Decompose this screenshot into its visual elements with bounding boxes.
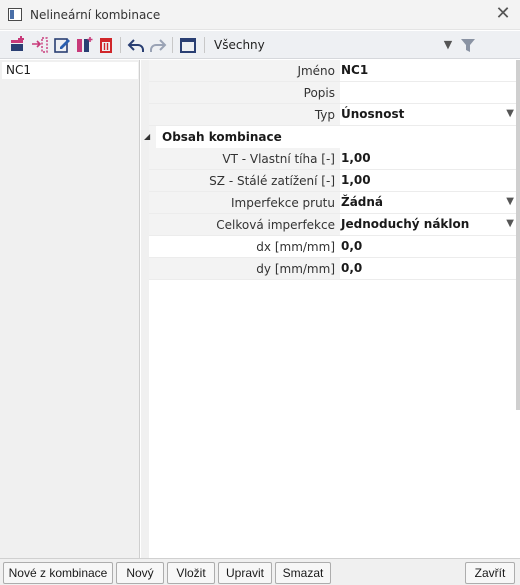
title-bar: Nelineární kombinace ✕ bbox=[0, 0, 520, 30]
edit-icon bbox=[54, 38, 70, 53]
chevron-down-icon[interactable]: ▼ bbox=[506, 214, 514, 234]
property-row-dy: dy [mm/mm] 0,0 bbox=[149, 258, 518, 280]
description-label: Popis bbox=[303, 86, 335, 100]
redo-icon bbox=[150, 39, 167, 52]
footer-bar: Nové z kombinace Nový Vložit Upravit Sma… bbox=[0, 558, 520, 585]
new-item-icon bbox=[11, 36, 24, 51]
member-imperfection-select[interactable]: Žádná ▼ bbox=[340, 192, 518, 213]
new-from-combination-button[interactable]: Nové z kombinace bbox=[3, 562, 113, 584]
redo-button[interactable] bbox=[148, 35, 168, 55]
filter-select-value[interactable]: Všechny bbox=[214, 38, 265, 52]
undo-button[interactable] bbox=[126, 35, 146, 55]
property-row-type: Typ Únosnost ▼ bbox=[149, 104, 518, 126]
sz-coefficient-field[interactable]: 1,00 bbox=[340, 170, 518, 191]
dy-field[interactable]: 0,0 bbox=[340, 258, 518, 279]
list-item[interactable]: NC1 bbox=[2, 62, 138, 79]
delete-button[interactable]: Smazat bbox=[275, 562, 331, 584]
window-icon bbox=[8, 8, 22, 21]
property-row-member-imperfection: Imperfekce prutu Žádná ▼ bbox=[149, 192, 518, 214]
section-header-content: ◢ Obsah kombinace bbox=[144, 126, 518, 148]
type-select[interactable]: Únosnost ▼ bbox=[340, 104, 518, 125]
dx-field[interactable]: 0,0 bbox=[340, 236, 518, 257]
insert-item-button[interactable] bbox=[30, 35, 50, 55]
vt-coefficient-field[interactable]: 1,00 bbox=[340, 148, 518, 169]
filter-icon bbox=[461, 39, 475, 52]
table-view-button[interactable] bbox=[178, 35, 198, 55]
chevron-down-icon[interactable]: ▼ bbox=[506, 104, 514, 124]
new-button[interactable]: Nový bbox=[116, 562, 164, 584]
undo-icon bbox=[127, 39, 144, 52]
property-row-vt: VT - Vlastní tíha [-] 1,00 bbox=[149, 148, 518, 170]
close-button[interactable]: Zavřít bbox=[465, 562, 515, 584]
vt-label: VT - Vlastní tíha [-] bbox=[222, 152, 335, 166]
trash-icon bbox=[100, 38, 112, 53]
insert-button[interactable]: Vložit bbox=[167, 562, 215, 584]
property-row-sz: SZ - Stálé zatížení [-] 1,00 bbox=[149, 170, 518, 192]
chevron-down-icon[interactable]: ▼ bbox=[506, 192, 514, 212]
property-row-name: Jméno NC1 bbox=[149, 60, 518, 82]
global-imperfection-select[interactable]: Jednoduchý náklon ▼ bbox=[340, 214, 518, 235]
property-row-global-imperfection: Celková imperfekce Jednoduchý náklon ▼ bbox=[149, 214, 518, 236]
window-title: Nelineární kombinace bbox=[30, 8, 161, 22]
new-item-button[interactable] bbox=[8, 35, 28, 55]
toolbar: Všechny ▼ bbox=[0, 31, 520, 59]
collapse-triangle-icon[interactable]: ◢ bbox=[144, 132, 150, 141]
name-field[interactable]: NC1 bbox=[340, 60, 518, 81]
toolbar-divider bbox=[172, 37, 173, 53]
name-label: Jméno bbox=[297, 64, 335, 78]
chevron-down-icon[interactable]: ▼ bbox=[440, 35, 456, 55]
sz-label: SZ - Stálé zatížení [-] bbox=[209, 174, 335, 188]
section-title: Obsah kombinace bbox=[156, 126, 518, 148]
global-imperfection-value: Jednoduchý náklon bbox=[341, 217, 470, 231]
type-label: Typ bbox=[314, 108, 335, 122]
table-icon bbox=[180, 38, 196, 53]
property-row-dx: dx [mm/mm] 0,0 bbox=[149, 236, 518, 258]
edit-button[interactable]: Upravit bbox=[218, 562, 272, 584]
member-imperfection-label: Imperfekce prutu bbox=[231, 196, 335, 210]
copy-icon bbox=[77, 37, 93, 52]
member-imperfection-value: Žádná bbox=[341, 195, 384, 209]
close-window-button[interactable]: ✕ bbox=[492, 4, 514, 26]
description-field[interactable] bbox=[340, 82, 518, 103]
global-imperfection-label: Celková imperfekce bbox=[216, 218, 335, 232]
property-row-description: Popis bbox=[149, 82, 518, 104]
delete-item-button[interactable] bbox=[96, 35, 116, 55]
insert-item-icon bbox=[32, 37, 48, 53]
properties-grid: Jméno NC1 Popis Typ Únosnost ▼ ◢ Obsah k… bbox=[144, 60, 518, 280]
edit-item-button[interactable] bbox=[52, 35, 72, 55]
dx-label: dx [mm/mm] bbox=[256, 240, 335, 254]
copy-item-button[interactable] bbox=[74, 35, 94, 55]
filter-button[interactable] bbox=[458, 35, 478, 55]
dy-label: dy [mm/mm] bbox=[256, 262, 335, 276]
vertical-scrollbar[interactable] bbox=[516, 60, 520, 410]
toolbar-divider bbox=[120, 37, 121, 53]
combination-list: NC1 bbox=[0, 60, 140, 558]
toolbar-divider bbox=[204, 37, 205, 53]
type-value: Únosnost bbox=[341, 107, 405, 121]
